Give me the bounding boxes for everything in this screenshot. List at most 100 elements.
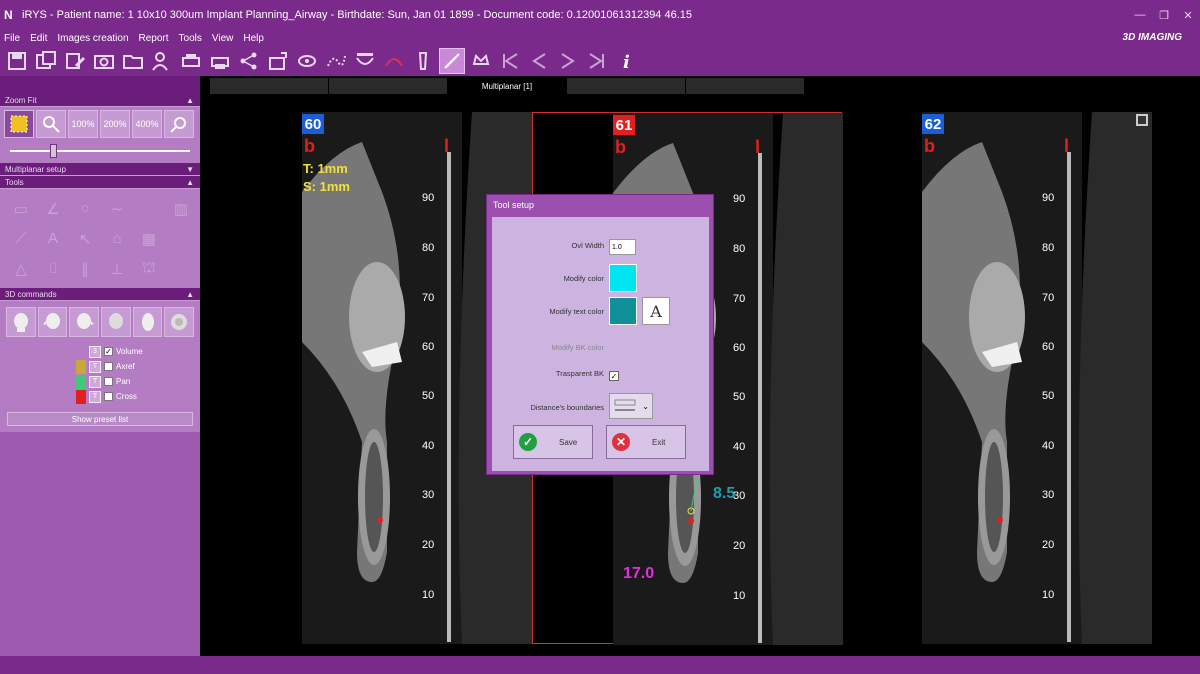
- tools-panel-header[interactable]: Tools ▲: [0, 176, 200, 189]
- freehand-tool-icon[interactable]: ∼: [102, 195, 132, 222]
- 3d-commands-panel-header[interactable]: 3D commands ▲: [0, 288, 200, 301]
- implant-edit-tool-icon[interactable]: ⊥: [102, 255, 132, 282]
- head-right-icon[interactable]: [69, 307, 100, 337]
- cross-text-toggle[interactable]: T: [89, 390, 101, 403]
- pan-checkbox[interactable]: [104, 377, 113, 386]
- zoom-panel-header[interactable]: Zoom Fit ▲: [0, 94, 200, 107]
- save-button[interactable]: ✓ Save: [513, 425, 593, 459]
- cross-section-pane-62[interactable]: 62 b l 90 80 70 60 50 40 30 20 10: [842, 112, 1152, 644]
- text-tool-icon[interactable]: A: [38, 225, 68, 252]
- restore-button[interactable]: ❐: [1152, 0, 1176, 30]
- eye-icon[interactable]: [294, 48, 320, 74]
- head-top-icon[interactable]: [132, 307, 163, 337]
- close-button[interactable]: ✕: [1176, 0, 1200, 30]
- implant-icon[interactable]: [410, 48, 436, 74]
- circle-tool-icon[interactable]: ○: [70, 195, 100, 222]
- distance-boundaries-select[interactable]: ⌄: [609, 393, 653, 419]
- menu-view[interactable]: View: [212, 33, 234, 44]
- scale-20: 20: [422, 539, 435, 551]
- menu-help[interactable]: Help: [243, 33, 264, 44]
- cross-section-image: [922, 112, 1152, 644]
- save-icon[interactable]: [4, 48, 30, 74]
- modify-color-swatch[interactable]: [609, 264, 637, 292]
- crown-icon[interactable]: [468, 48, 494, 74]
- edit-icon[interactable]: [62, 48, 88, 74]
- menu-file[interactable]: File: [4, 33, 20, 44]
- implant-pair-tool-icon[interactable]: ∥: [70, 255, 100, 282]
- export-icon[interactable]: [265, 48, 291, 74]
- save-button-label: Save: [559, 437, 578, 447]
- slider-thumb[interactable]: [50, 144, 57, 158]
- volume-3d-toggle[interactable]: 3: [89, 345, 101, 358]
- menu-tools[interactable]: Tools: [179, 33, 202, 44]
- triangle-tool-icon[interactable]: △: [6, 255, 36, 282]
- head-back-icon[interactable]: [101, 307, 131, 337]
- zoom-100-button[interactable]: 100%: [68, 110, 98, 138]
- last-icon[interactable]: [584, 48, 610, 74]
- print-icon[interactable]: [207, 48, 233, 74]
- show-preset-list-button[interactable]: Show preset list: [7, 412, 193, 426]
- cross-checkbox[interactable]: [104, 392, 113, 401]
- blank-tool-icon[interactable]: [134, 195, 164, 222]
- nerve-icon[interactable]: [323, 48, 349, 74]
- prev-icon[interactable]: [526, 48, 552, 74]
- zoom-fit-button[interactable]: [4, 110, 34, 138]
- measure-tool-icon[interactable]: [439, 48, 465, 74]
- menu-edit[interactable]: Edit: [30, 33, 47, 44]
- scale-10: 10: [733, 590, 746, 602]
- transparent-bk-checkbox[interactable]: ✓: [609, 371, 619, 381]
- angle-tool-icon[interactable]: ∠: [38, 195, 68, 222]
- head-front-icon[interactable]: [6, 307, 36, 337]
- camera-icon[interactable]: [91, 48, 117, 74]
- pan-text-toggle[interactable]: T: [89, 375, 101, 388]
- tab-2[interactable]: [329, 78, 447, 94]
- next-icon[interactable]: [555, 48, 581, 74]
- zoom-slider[interactable]: [10, 144, 190, 158]
- zoom-custom-button[interactable]: [164, 110, 194, 138]
- height-measurement[interactable]: 17.0: [623, 565, 654, 583]
- multiplanar-panel-header[interactable]: Multiplanar setup ▼: [0, 163, 200, 176]
- modify-text-color-swatch[interactable]: [609, 297, 637, 325]
- zoom-magnifier-button[interactable]: [36, 110, 66, 138]
- tab-1[interactable]: [210, 78, 328, 94]
- head-left-icon[interactable]: [37, 307, 68, 337]
- menu-images-creation[interactable]: Images creation: [57, 33, 128, 44]
- zoom-400-button[interactable]: 400%: [132, 110, 162, 138]
- ruler-tool-icon[interactable]: ▭: [6, 195, 36, 222]
- ovl-width-input[interactable]: 1.0: [609, 239, 636, 255]
- minimize-button[interactable]: —: [1128, 0, 1152, 30]
- exit-button[interactable]: ✕ Exit: [606, 425, 686, 459]
- share-icon[interactable]: [236, 48, 262, 74]
- tab-multiplanar[interactable]: Multiplanar [1]: [448, 78, 566, 94]
- volume-checkbox[interactable]: ✓: [104, 347, 113, 356]
- grid-tool-icon[interactable]: ▥: [166, 195, 196, 222]
- left-panel: Zoom Fit ▲ 100% 200% 400% Multiplanar set…: [0, 94, 200, 656]
- width-measurement[interactable]: 8.5: [713, 485, 735, 503]
- print-preview-icon[interactable]: [178, 48, 204, 74]
- first-icon[interactable]: [497, 48, 523, 74]
- patient-icon[interactable]: [149, 48, 175, 74]
- crown-add-tool-icon[interactable]: ⛫: [134, 255, 164, 282]
- scale-90: 90: [422, 192, 435, 204]
- zoom-200-button[interactable]: 200%: [100, 110, 130, 138]
- hu-point-tool-icon[interactable]: ↖: [70, 225, 100, 252]
- hu-area-tool-icon[interactable]: ▦: [134, 225, 164, 252]
- folder-icon[interactable]: [120, 48, 146, 74]
- hu-profile-tool-icon[interactable]: ⌂: [102, 225, 132, 252]
- maximize-pane-icon[interactable]: [1136, 114, 1148, 126]
- panoramic-icon[interactable]: [352, 48, 378, 74]
- save-as-icon[interactable]: [33, 48, 59, 74]
- info-icon[interactable]: i: [613, 48, 639, 74]
- line-tool-icon[interactable]: ⟋: [6, 225, 36, 252]
- head-bottom-icon[interactable]: [164, 307, 195, 337]
- implant-add-tool-icon[interactable]: ⌷: [38, 255, 68, 282]
- tab-5[interactable]: [686, 78, 804, 94]
- curve-icon[interactable]: [381, 48, 407, 74]
- font-button[interactable]: A: [642, 297, 670, 325]
- axref-text-toggle[interactable]: T: [89, 360, 101, 373]
- menu-report[interactable]: Report: [139, 33, 169, 44]
- tab-4[interactable]: [567, 78, 685, 94]
- axref-checkbox[interactable]: [104, 362, 113, 371]
- spacing-label: S: 1mm: [303, 179, 350, 194]
- slice-b-marker: b: [615, 137, 626, 157]
